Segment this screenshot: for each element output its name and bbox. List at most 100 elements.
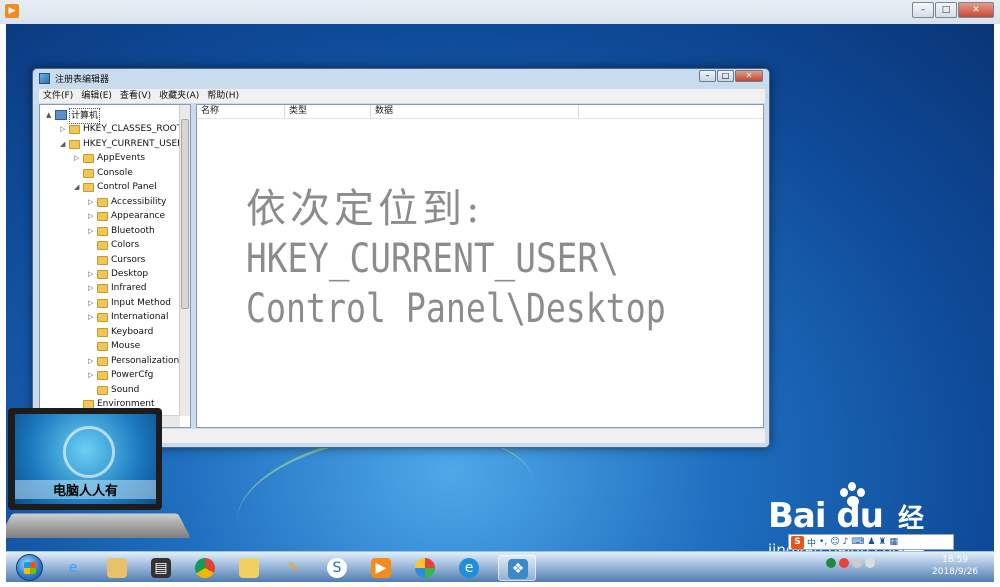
tree-node[interactable]: Sound <box>40 383 190 397</box>
folder-icon <box>97 313 108 323</box>
play-icon[interactable]: ▶ <box>5 4 19 18</box>
taskbar-paint[interactable]: ✎ <box>274 555 312 581</box>
menu-item[interactable]: 查看(V) <box>116 89 155 103</box>
tree-node[interactable]: ▷ AppEvents <box>40 151 190 165</box>
tree-node-label: Keyboard <box>111 326 154 337</box>
tree-node[interactable]: Console <box>40 166 190 180</box>
tree-node[interactable]: ▷ Accessibility <box>40 195 190 209</box>
taskbar-explorer[interactable] <box>98 555 136 581</box>
folder-icon <box>97 197 108 207</box>
expand-arrow-icon[interactable]: ▷ <box>74 151 82 165</box>
taskbar-regedit[interactable]: ❖ <box>498 555 536 581</box>
regedit-close-button[interactable]: ✕ <box>735 70 763 82</box>
column-data[interactable]: 数据 <box>371 105 579 118</box>
folder-icon <box>97 356 108 366</box>
tree-node-label: Accessibility <box>111 196 167 207</box>
tree-node[interactable]: ◢ HKEY_CURRENT_USER <box>40 137 190 151</box>
expand-arrow-icon[interactable]: ▷ <box>88 368 96 382</box>
taskbar-player[interactable]: ▶ <box>362 555 400 581</box>
expand-arrow-icon[interactable]: ▷ <box>60 122 68 136</box>
taskbar-folder[interactable] <box>230 555 268 581</box>
tree-node-label: Bluetooth <box>111 225 155 236</box>
ime-punct-icon[interactable]: •, <box>819 537 827 547</box>
volume-icon[interactable] <box>865 558 875 568</box>
expand-arrow-icon[interactable]: ▷ <box>88 281 96 295</box>
tree-node[interactable]: ▷ Bluetooth <box>40 224 190 238</box>
sogou-icon[interactable]: S <box>791 535 804 549</box>
menu-item[interactable]: 编辑(E) <box>77 89 116 103</box>
folder-icon <box>83 154 94 164</box>
tree-node[interactable]: Keyboard <box>40 325 190 339</box>
regedit-minimize-button[interactable]: – <box>699 70 716 82</box>
ime-mode-label[interactable]: 中 <box>807 536 816 549</box>
tree-node[interactable]: ▷ Infrared <box>40 281 190 295</box>
start-button[interactable] <box>16 554 43 581</box>
computer-icon <box>55 110 67 120</box>
regedit-titlebar[interactable]: 注册表编辑器 – □ ✕ <box>33 69 769 89</box>
taskbar-chrome[interactable] <box>186 555 224 581</box>
expand-arrow-icon[interactable]: ▷ <box>88 310 96 324</box>
baidu-watermark: Bai du 经验 jingyan.baidu.com <box>768 482 924 551</box>
app-tray-icon[interactable] <box>839 558 849 568</box>
folder-icon <box>83 168 94 178</box>
ime-mic-icon[interactable]: ♪ <box>843 537 849 547</box>
security-icon[interactable] <box>826 558 836 568</box>
tree-node-label: PowerCfg <box>111 370 154 381</box>
expand-arrow-icon[interactable]: ▲ <box>46 108 54 122</box>
tree-node[interactable]: ▷ International <box>40 310 190 324</box>
maximize-button[interactable]: □ <box>935 2 957 18</box>
tree-node[interactable]: ▷ HKEY_CLASSES_ROOT <box>40 122 190 136</box>
clock[interactable]: 18:59 2018/9/26 <box>932 554 978 578</box>
clock-date: 2018/9/26 <box>932 567 979 577</box>
ime-shirt-icon[interactable]: ♜ <box>878 537 886 547</box>
sogou-app-icon: S <box>327 558 347 578</box>
tree-node[interactable]: ▷ Input Method <box>40 296 190 310</box>
expand-arrow-icon[interactable]: ◢ <box>60 137 68 151</box>
menu-item[interactable]: 收藏夹(A) <box>155 89 203 103</box>
menu-item[interactable]: 帮助(H) <box>203 89 243 103</box>
folder-icon <box>97 255 108 265</box>
regedit-maximize-button[interactable]: □ <box>717 70 734 82</box>
ime-user-icon[interactable]: ♟ <box>867 537 875 547</box>
column-name[interactable]: 名称 <box>197 105 285 118</box>
minimize-button[interactable]: – <box>912 2 934 18</box>
taskbar-edge[interactable]: e <box>450 555 488 581</box>
column-type[interactable]: 类型 <box>285 105 371 118</box>
expand-arrow-icon[interactable]: ▷ <box>88 296 96 310</box>
folder-icon <box>97 226 108 236</box>
close-button[interactable]: ✕ <box>958 2 994 18</box>
ime-grid-icon[interactable]: ▦ <box>889 537 898 547</box>
ime-emoji-icon[interactable]: ☺ <box>830 537 839 547</box>
laptop-watermark: 电脑人人有 <box>6 408 191 548</box>
tree-node[interactable]: Colors <box>40 238 190 252</box>
overlay-line-1: 依次定位到: <box>246 186 484 232</box>
tree-node[interactable]: Cursors <box>40 253 190 267</box>
taskbar-pinwheel[interactable] <box>406 555 444 581</box>
tree-node[interactable]: ◢ Control Panel <box>40 180 190 194</box>
expand-arrow-icon[interactable]: ◢ <box>74 180 82 194</box>
ie-icon: e <box>68 560 78 576</box>
regedit-title: 注册表编辑器 <box>55 75 110 85</box>
expand-arrow-icon[interactable]: ▷ <box>88 224 96 238</box>
tree-node[interactable]: ▷ Desktop <box>40 267 190 281</box>
tree-node-label: Console <box>97 167 133 178</box>
menu-item[interactable]: 文件(F) <box>39 89 77 103</box>
tree-scroll-thumb[interactable] <box>181 119 189 309</box>
network-icon[interactable] <box>852 558 862 568</box>
tree-node[interactable]: ▲ 计算机 <box>40 108 190 124</box>
expand-arrow-icon[interactable]: ▷ <box>88 195 96 209</box>
tree-node[interactable]: ▷ Personalization <box>40 354 190 368</box>
taskbar-media[interactable]: ▤ <box>142 555 180 581</box>
taskbar-sogou[interactable]: S <box>318 555 356 581</box>
tree-node[interactable]: ▷ Appearance <box>40 209 190 223</box>
ime-keyboard-icon[interactable]: ⌨ <box>851 537 864 547</box>
expand-arrow-icon[interactable]: ▷ <box>88 209 96 223</box>
windows-icon <box>24 562 36 574</box>
expand-arrow-icon[interactable]: ▷ <box>88 354 96 368</box>
tree-node[interactable]: ▷ PowerCfg <box>40 368 190 382</box>
ime-toolbar[interactable]: S 中 •, ☺ ♪ ⌨ ♟ ♜ ▦ <box>788 534 954 550</box>
overlay-line-3: Control Panel\Desktop <box>246 286 666 332</box>
expand-arrow-icon[interactable]: ▷ <box>88 267 96 281</box>
taskbar-ie[interactable]: e <box>54 555 92 581</box>
tree-node[interactable]: Mouse <box>40 339 190 353</box>
